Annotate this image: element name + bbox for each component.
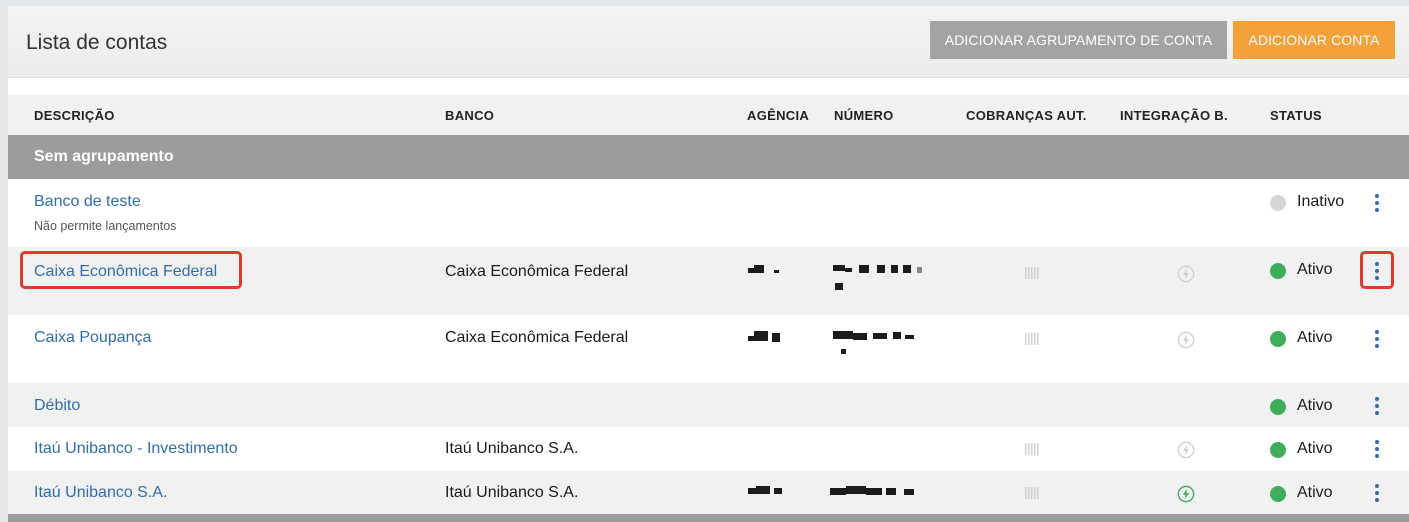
status-dot-icon <box>1270 331 1286 347</box>
accounts-table: DESCRIÇÃO BANCO AGÊNCIA NÚMERO COBRANÇAS… <box>8 95 1409 515</box>
barcode-icon <box>1025 487 1039 499</box>
accounts-panel: Lista de contas ADICIONAR AGRUPAMENTO DE… <box>8 6 1409 522</box>
group-label: Sem agrupamento <box>34 148 174 165</box>
column-header-banco[interactable]: BANCO <box>445 108 494 123</box>
kebab-menu-icon[interactable] <box>1370 328 1384 350</box>
status-dot-icon <box>1270 399 1286 415</box>
status-dot-icon <box>1270 195 1286 211</box>
bank-name: Caixa Econômica Federal <box>445 263 629 280</box>
column-header-integracao[interactable]: INTEGRAÇÃO B. <box>1120 108 1228 123</box>
column-header-agencia[interactable]: AGÊNCIA <box>747 108 809 123</box>
account-link[interactable]: Banco de teste <box>34 193 141 211</box>
panel-header: Lista de contas ADICIONAR AGRUPAMENTO DE… <box>8 6 1409 78</box>
kebab-menu-icon[interactable] <box>1370 482 1384 504</box>
table-header: DESCRIÇÃO BANCO AGÊNCIA NÚMERO COBRANÇAS… <box>8 95 1409 135</box>
masked-agency <box>748 331 784 343</box>
status-dot-icon <box>1270 442 1286 458</box>
lightning-bolt-icon <box>1177 265 1195 283</box>
account-note: Não permite lançamentos <box>34 219 177 233</box>
kebab-menu-icon[interactable] <box>1370 192 1384 214</box>
account-link[interactable]: Débito <box>34 397 80 415</box>
table-row: Itaú Unibanco - Investimento Itaú Uniban… <box>8 427 1409 471</box>
bank-name: Itaú Unibanco S.A. <box>445 440 579 457</box>
group-header: Sem agrupamento <box>8 135 1409 179</box>
status-text: Ativo <box>1297 397 1333 414</box>
table-row: Caixa Econômica Federal Caixa Econômica … <box>8 247 1409 315</box>
lightning-bolt-icon <box>1177 441 1195 459</box>
status-dot-icon <box>1270 486 1286 502</box>
account-link[interactable]: Itaú Unibanco S.A. <box>34 484 167 502</box>
kebab-menu-icon[interactable] <box>1370 395 1384 417</box>
barcode-icon <box>1025 333 1039 345</box>
status-dot-icon <box>1270 263 1286 279</box>
status-text: Ativo <box>1297 440 1333 457</box>
status-text: Inativo <box>1297 193 1345 210</box>
highlight-box <box>20 251 242 289</box>
page-title: Lista de contas <box>26 31 168 54</box>
status-text: Ativo <box>1297 261 1333 278</box>
masked-number <box>833 263 963 295</box>
account-link[interactable]: Itaú Unibanco - Investimento <box>34 440 238 458</box>
column-header-status[interactable]: STATUS <box>1270 108 1322 123</box>
account-link[interactable]: Caixa Poupança <box>34 329 151 347</box>
masked-agency <box>748 486 788 496</box>
add-account-button[interactable]: ADICIONAR CONTA <box>1233 21 1395 59</box>
add-account-group-button[interactable]: ADICIONAR AGRUPAMENTO DE CONTA <box>930 21 1227 59</box>
barcode-icon <box>1025 443 1039 455</box>
table-row: Débito Ativo <box>8 383 1409 427</box>
lightning-bolt-icon <box>1177 485 1195 503</box>
status-text: Ativo <box>1297 484 1333 501</box>
column-header-descricao[interactable]: DESCRIÇÃO <box>34 108 115 123</box>
table-row: Itaú Unibanco S.A. Itaú Unibanco S.A. At… <box>8 471 1409 515</box>
bank-name: Itaú Unibanco S.A. <box>445 484 579 501</box>
status-text: Ativo <box>1297 329 1333 346</box>
lightning-bolt-icon <box>1177 331 1195 349</box>
masked-agency <box>748 265 784 275</box>
table-row: Banco de teste Não permite lançamentos I… <box>8 179 1409 247</box>
column-header-numero[interactable]: NÚMERO <box>834 108 894 123</box>
bank-name: Caixa Econômica Federal <box>445 329 629 346</box>
kebab-menu-icon[interactable] <box>1370 438 1384 460</box>
group-footer-bar <box>8 514 1409 522</box>
masked-number <box>830 486 960 496</box>
table-row: Caixa Poupança Caixa Econômica Federal A… <box>8 315 1409 383</box>
barcode-icon <box>1025 267 1039 279</box>
column-header-cobrancas[interactable]: COBRANÇAS AUT. <box>966 108 1087 123</box>
masked-number <box>833 329 963 359</box>
kebab-menu-icon[interactable] <box>1370 260 1384 282</box>
